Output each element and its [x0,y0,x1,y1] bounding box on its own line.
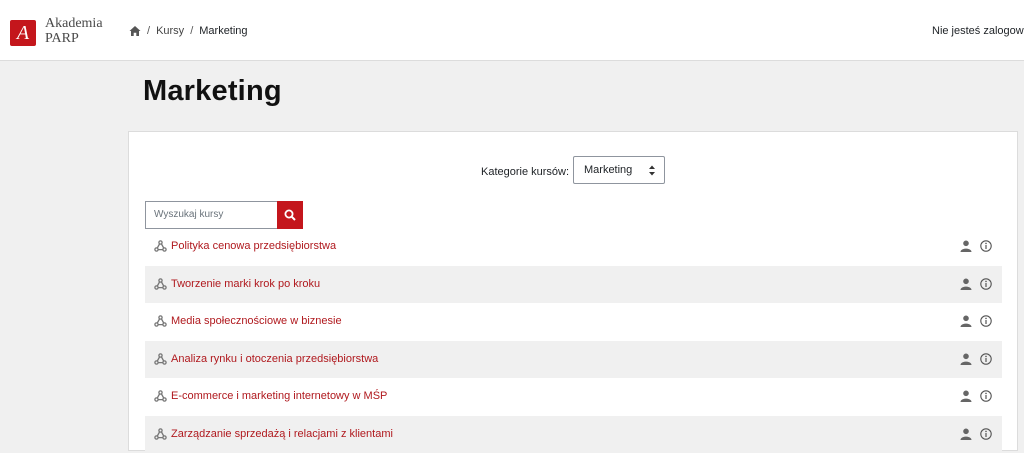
info-icon[interactable] [980,353,992,365]
category-label: Kategorie kursów: [481,166,569,178]
course-row: E-commerce i marketing internetowy w MŚP [145,378,1002,416]
course-link[interactable]: Tworzenie marki krok po kroku [171,278,320,290]
user-icon[interactable] [960,353,972,365]
course-icon [154,278,167,291]
select-arrows-icon [649,165,655,176]
course-row: Polityka cenowa przedsiębiorstwa [145,228,1002,266]
breadcrumb-link-kursy[interactable]: Kursy [156,25,184,37]
user-icon[interactable] [960,278,972,290]
search-input[interactable]: Wyszukaj kursy [145,201,277,229]
course-list: Polityka cenowa przedsiębiorstwa Tworzen… [145,228,1002,453]
course-link[interactable]: Analiza rynku i otoczenia przedsiębiorst… [171,353,378,365]
info-icon[interactable] [980,428,992,440]
course-row: Zarządzanie sprzedażą i relacjami z klie… [145,416,1002,453]
info-icon[interactable] [980,278,992,290]
user-icon[interactable] [960,315,972,327]
user-icon[interactable] [960,240,972,252]
login-status: Nie jesteś zalogowany [932,25,1024,37]
info-icon[interactable] [980,315,992,327]
page-title: Marketing [143,75,282,108]
course-icon [154,315,167,328]
user-icon[interactable] [960,390,972,402]
breadcrumb-current: Marketing [199,25,247,37]
breadcrumb: / Kursy / Marketing [129,25,248,37]
course-row: Media społecznościowe w biznesie [145,303,1002,341]
course-icon [154,353,167,366]
info-icon[interactable] [980,240,992,252]
category-select[interactable]: Marketing [573,156,665,184]
search-button[interactable] [277,201,303,229]
home-icon[interactable] [129,25,141,37]
user-icon[interactable] [960,428,972,440]
course-link[interactable]: Media społecznościowe w biznesie [171,315,342,327]
logo-line-2: PARP [45,31,103,46]
course-icon [154,428,167,441]
breadcrumb-separator: / [147,25,150,37]
logo-icon[interactable]: A [10,20,36,46]
search-placeholder: Wyszukaj kursy [154,209,223,220]
logo-line-1: Akademia [45,16,103,31]
course-panel: Kategorie kursów: Marketing Wyszukaj kur… [128,131,1018,451]
course-icon [154,390,167,403]
category-select-value: Marketing [584,164,632,176]
info-icon[interactable] [980,390,992,402]
breadcrumb-separator: / [190,25,193,37]
course-link[interactable]: Zarządzanie sprzedażą i relacjami z klie… [171,428,393,440]
course-link[interactable]: Polityka cenowa przedsiębiorstwa [171,240,336,252]
course-row: Analiza rynku i otoczenia przedsiębiorst… [145,341,1002,379]
top-navbar: A Akademia PARP / Kursy / Marketing Nie … [0,0,1024,61]
course-row: Tworzenie marki krok po kroku [145,266,1002,304]
search-icon [284,209,296,221]
logo-text[interactable]: Akademia PARP [45,16,103,46]
course-link[interactable]: E-commerce i marketing internetowy w MŚP [171,390,387,402]
course-icon [154,240,167,253]
